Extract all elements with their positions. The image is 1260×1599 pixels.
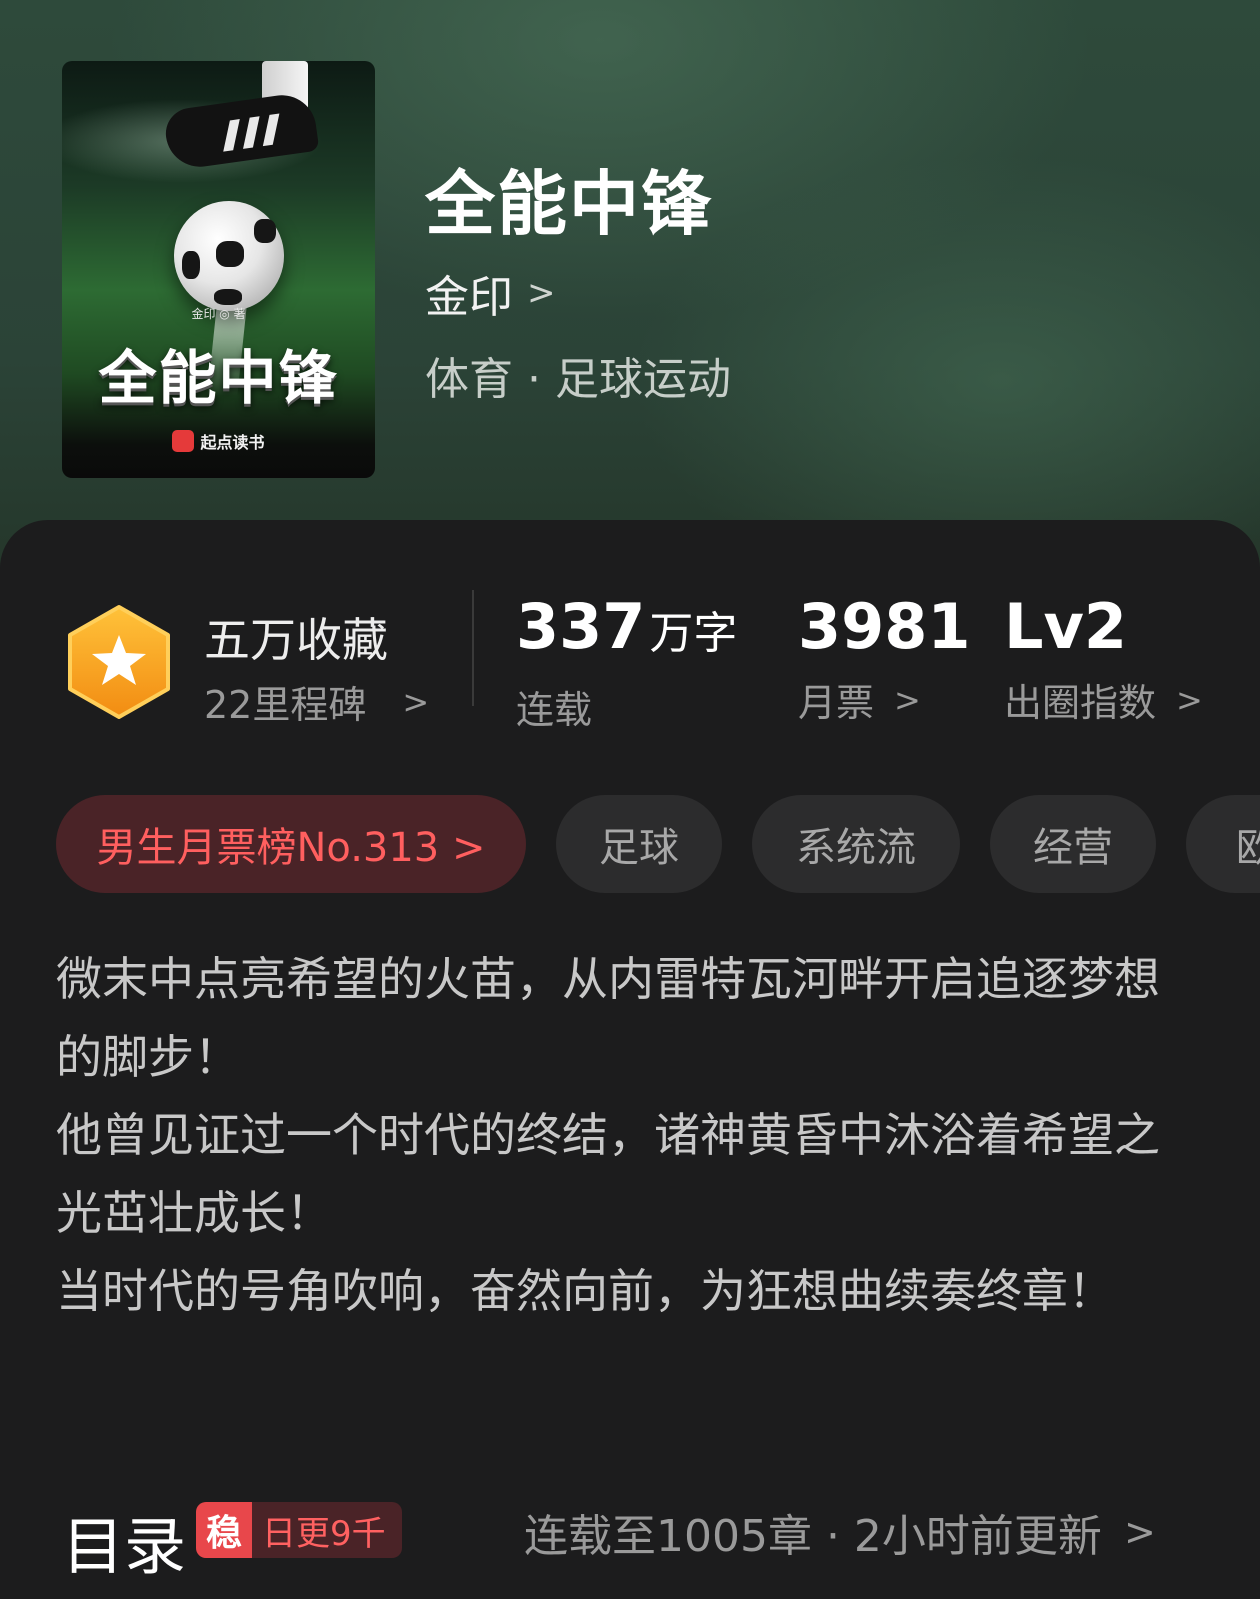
chevron-right-icon: > xyxy=(1123,1510,1156,1554)
monthly-ticket-stat[interactable]: 3981 月票 > xyxy=(798,592,971,727)
description-line: 微末中点亮希望的火苗，从内雷特瓦河畔开启追逐梦想的脚步！ xyxy=(56,952,1160,1084)
book-title: 全能中锋 xyxy=(425,162,713,245)
circle-index-label: 出圈指数 xyxy=(1004,681,1157,725)
serial-status: 连载 xyxy=(516,688,593,732)
stable-icon: 稳 xyxy=(196,1502,252,1558)
word-count-value: 337 xyxy=(516,590,646,663)
circle-index-stat[interactable]: Lv2 出圈指数 > xyxy=(1004,592,1203,727)
tag-management[interactable]: 经营 xyxy=(990,795,1156,893)
word-count-unit: 万字 xyxy=(649,608,738,659)
chevron-right-icon: > xyxy=(402,682,430,721)
brand-logo-icon xyxy=(172,430,195,452)
favorites-title: 五万收藏 xyxy=(204,613,388,667)
book-genre: 体育 · 足球运动 xyxy=(425,354,731,405)
author-name: 金印 xyxy=(425,272,513,323)
milestone-link[interactable]: 22里程碑 > xyxy=(204,674,429,729)
book-description[interactable]: 微末中点亮希望的火苗，从内雷特瓦河畔开启追逐梦想的脚步！ 他曾见证过一个时代的终… xyxy=(56,940,1176,1330)
monthly-ticket-label: 月票 xyxy=(798,681,875,725)
chevron-right-icon: > xyxy=(1176,680,1203,719)
word-count-stat: 337 万字 连载 xyxy=(516,592,737,734)
update-badge: 稳 日更9千 xyxy=(196,1502,402,1558)
tag-list: 男生月票榜No.313 > 足球 系统流 经营 欧 xyxy=(56,795,1260,895)
toc-title[interactable]: 目录 xyxy=(62,1496,186,1586)
rank-tag[interactable]: 男生月票榜No.313 > xyxy=(56,795,526,893)
divider xyxy=(472,590,474,706)
description-line: 当时代的号角吹响，奋然向前，为狂想曲续奏终章！ xyxy=(56,1264,1114,1318)
description-line: 他曾见证过一个时代的终结，诸神黄昏中沐浴着希望之光茁壮成长！ xyxy=(56,1108,1160,1240)
cover-author: 金印 ◎ 著 xyxy=(191,307,246,321)
brand-name: 起点读书 xyxy=(200,433,265,452)
tag-football[interactable]: 足球 xyxy=(556,795,722,893)
monthly-ticket-value: 3981 xyxy=(798,590,971,663)
tag-system[interactable]: 系统流 xyxy=(752,795,960,893)
tag-europe[interactable]: 欧 xyxy=(1186,795,1260,893)
chapter-status: 连载至1005章 · 2小时前更新 xyxy=(524,1511,1102,1562)
milestone-count: 22里程碑 xyxy=(204,683,367,727)
circle-index-value: Lv2 xyxy=(1004,590,1128,663)
book-cover[interactable]: 金印 ◎ 著 全能中锋 起点读书 xyxy=(62,61,375,478)
star-hexagon-icon xyxy=(68,605,170,719)
toc-link[interactable]: 连载至1005章 · 2小时前更新 > xyxy=(524,1500,1156,1564)
update-rate: 日更9千 xyxy=(262,1513,386,1554)
author-link[interactable]: 金印 > xyxy=(425,261,556,325)
football-image xyxy=(174,201,284,311)
chevron-right-icon: > xyxy=(894,680,921,719)
chevron-right-icon: > xyxy=(527,273,556,313)
cover-brand: 起点读书 xyxy=(62,429,375,453)
cover-title: 全能中锋 xyxy=(98,344,339,412)
